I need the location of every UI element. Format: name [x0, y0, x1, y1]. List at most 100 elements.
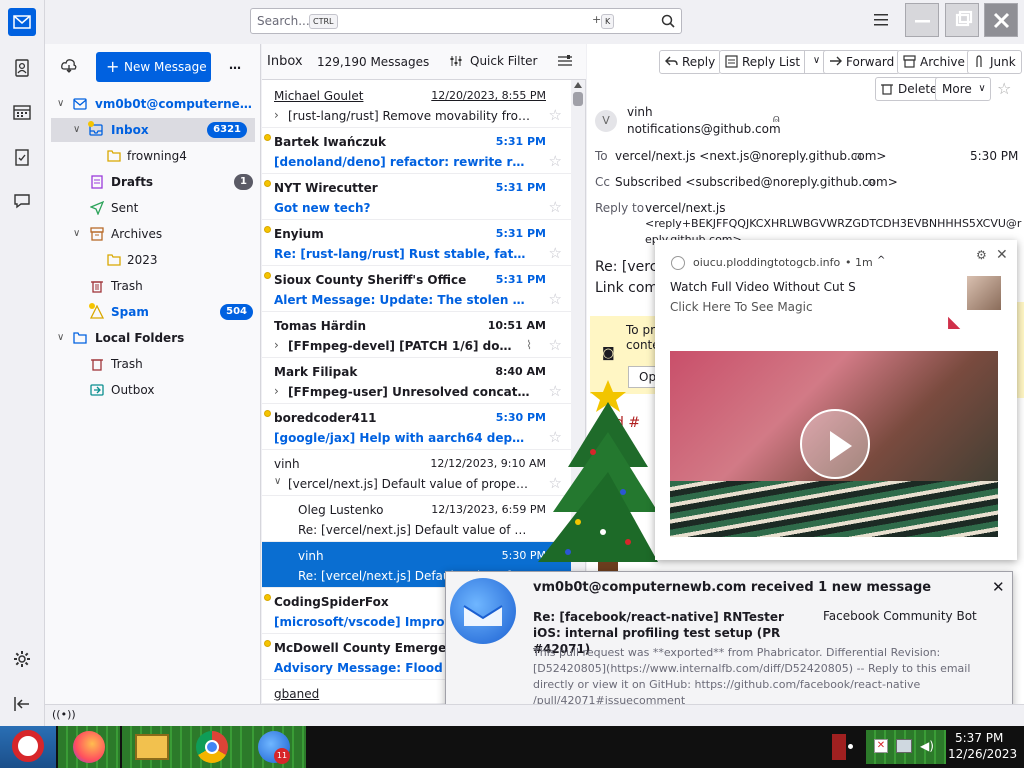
folder-sent[interactable]: Sent — [45, 196, 261, 220]
message-row[interactable]: Sioux County Sheriff's Office 5:31 PM Al… — [262, 266, 572, 312]
chevron-down-icon[interactable]: ∨ — [73, 222, 80, 246]
local-folders-row[interactable]: ∨ Local Folders — [45, 326, 261, 350]
contact-icon[interactable]: ⍝ — [855, 149, 862, 163]
chevron-up-icon[interactable]: ^ — [877, 255, 885, 266]
folder-label: Sent — [111, 201, 139, 215]
calendar-icon[interactable] — [8, 98, 36, 126]
clock-time[interactable]: 5:37 PM — [955, 731, 1003, 745]
mail-space-icon[interactable] — [8, 8, 36, 36]
folder-outbox[interactable]: Outbox — [45, 378, 261, 402]
chevron-down-icon: ∨ — [978, 83, 986, 94]
list-options-icon[interactable] — [558, 55, 572, 67]
message-date: 12/20/2023, 8:55 PM — [431, 89, 546, 102]
folder-label: Trash — [111, 357, 143, 371]
star-icon[interactable]: ☆ — [549, 244, 562, 262]
close-icon[interactable]: ✕ — [992, 578, 1005, 596]
folder-archives[interactable]: ∨ Archives — [45, 222, 261, 246]
chevron-right-icon[interactable]: › — [274, 108, 279, 122]
message-row[interactable]: Enyium 5:31 PM Re: [rust-lang/rust] Rust… — [262, 220, 572, 266]
folder-frowning4[interactable]: frowning4 — [45, 144, 261, 168]
folder-local-trash[interactable]: Trash — [45, 352, 261, 376]
taskbar-file-explorer[interactable] — [122, 726, 184, 768]
star-icon[interactable]: ☆ — [549, 290, 562, 308]
address-book-icon[interactable] — [8, 54, 36, 82]
folder-inbox[interactable]: ∨ Inbox 6321 — [51, 118, 255, 142]
reply-to-address[interactable]: <reply+BEKJFFQQJKCXHRLWBGVWRZGDTCDH3EVBN… — [645, 217, 1021, 230]
trash-icon — [91, 279, 103, 293]
star-icon[interactable]: ☆ — [549, 152, 562, 170]
to-recipient[interactable]: vercel/next.js <next.js@noreply.github.c… — [615, 149, 887, 163]
chevron-down-icon[interactable]: ∨ — [73, 118, 80, 142]
search-icon[interactable] — [661, 14, 675, 28]
network-warning-icon[interactable]: ✕ — [874, 739, 888, 753]
folder-trash[interactable]: Trash — [45, 274, 261, 298]
play-button-icon[interactable] — [800, 409, 870, 479]
taskbar-chrome[interactable] — [182, 726, 244, 768]
chevron-down-icon[interactable]: ∨ — [57, 92, 64, 116]
message-date: 5:31 PM — [495, 135, 546, 148]
ad-video-thumbnail[interactable] — [670, 351, 998, 537]
cc-recipient[interactable]: Subscribed <subscribed@noreply.github.co… — [615, 175, 898, 189]
folder-2023[interactable]: 2023 — [45, 248, 261, 272]
chevron-right-icon[interactable]: › — [274, 384, 279, 398]
network-icon[interactable] — [896, 739, 912, 753]
star-icon[interactable]: ☆ — [549, 198, 562, 216]
chevron-down-icon[interactable]: ∨ — [274, 476, 281, 487]
forward-button[interactable]: Forward — [823, 50, 901, 74]
collapse-spaces-icon[interactable] — [8, 690, 36, 718]
new-message-button[interactable]: + New Message — [96, 52, 211, 82]
volume-icon[interactable]: ◀) — [920, 739, 934, 753]
settings-gear-icon[interactable] — [8, 645, 36, 673]
reply-button[interactable]: Reply — [659, 50, 722, 74]
message-row[interactable]: Michael Goulet 12/20/2023, 8:55 PM › [ru… — [262, 82, 572, 128]
maximize-button[interactable] — [945, 3, 979, 37]
taskbar-thunderbird[interactable]: 11 — [244, 726, 306, 768]
online-status-icon[interactable]: ((•)) — [52, 708, 76, 721]
sender-name[interactable]: vinh — [627, 105, 653, 119]
scroll-thumb[interactable] — [573, 92, 583, 106]
junk-button[interactable]: Junk — [967, 50, 1022, 74]
start-button[interactable] — [0, 726, 56, 768]
firefox-icon — [73, 731, 105, 763]
more-button[interactable]: More ∨ — [935, 77, 991, 101]
contact-icon[interactable]: ⍝ — [868, 175, 875, 189]
delete-button[interactable]: Delete — [875, 77, 944, 101]
unread-count-badge: 6321 — [207, 122, 247, 138]
star-icon[interactable]: ☆ — [997, 79, 1011, 98]
ad-close-icon[interactable]: ✕ — [996, 247, 1008, 263]
message-row[interactable]: Tomas Härdin 10:51 AM › [FFmpeg-devel] [… — [262, 312, 572, 358]
message-subject: [denoland/deno] refactor: rewrite rema..… — [274, 155, 530, 169]
search-input[interactable]: Search... CTRL + K — [250, 8, 682, 34]
reply-list-button[interactable]: Reply List ∨ — [719, 50, 830, 74]
hamburger-menu-icon[interactable] — [874, 14, 888, 26]
unread-dot — [264, 272, 271, 279]
message-row[interactable]: NYT Wirecutter 5:31 PM Got new tech? ☆ — [262, 174, 572, 220]
account-row[interactable]: ∨ vm0b0t@computernewb.... — [45, 92, 261, 116]
notification-preview: This pull request was **exported** from … — [533, 646, 971, 707]
star-icon[interactable]: ☆ — [549, 106, 562, 124]
get-messages-icon[interactable] — [61, 58, 77, 74]
close-window-button[interactable] — [984, 3, 1018, 37]
scroll-up-arrow[interactable] — [574, 82, 582, 88]
sender-email[interactable]: notifications@github.com — [627, 122, 781, 136]
archive-button[interactable]: Archive — [897, 50, 971, 74]
folder-icon — [107, 149, 121, 162]
tasks-icon[interactable] — [8, 143, 36, 171]
folder-spam[interactable]: Spam 504 — [45, 300, 261, 324]
popup-ad[interactable]: oiucu.ploddingtotogcb.info • 1m ^ ⚙ ✕ Wa… — [655, 240, 1017, 560]
body-link-fragment: Link com — [595, 280, 659, 296]
minimize-button[interactable] — [905, 3, 939, 37]
contact-icon[interactable]: ⍝ — [773, 112, 780, 126]
folder-pane-menu-button[interactable]: … — [229, 58, 241, 72]
new-mail-notification[interactable]: vm0b0t@computernewb.com received 1 new m… — [445, 571, 1013, 715]
reply-to-name[interactable]: vercel/next.js — [645, 201, 726, 215]
taskbar-firefox[interactable] — [58, 726, 120, 768]
message-row[interactable]: Bartek Iwańczuk 5:31 PM [denoland/deno] … — [262, 128, 572, 174]
chevron-right-icon[interactable]: › — [274, 338, 279, 352]
star-icon[interactable]: ☆ — [549, 336, 562, 354]
chevron-down-icon[interactable]: ∨ — [57, 326, 64, 350]
clock-date[interactable]: 12/26/2023 — [948, 747, 1017, 761]
ad-settings-icon[interactable]: ⚙ — [976, 248, 987, 262]
folder-drafts[interactable]: Drafts 1 — [45, 170, 261, 194]
chat-icon[interactable] — [8, 187, 36, 215]
